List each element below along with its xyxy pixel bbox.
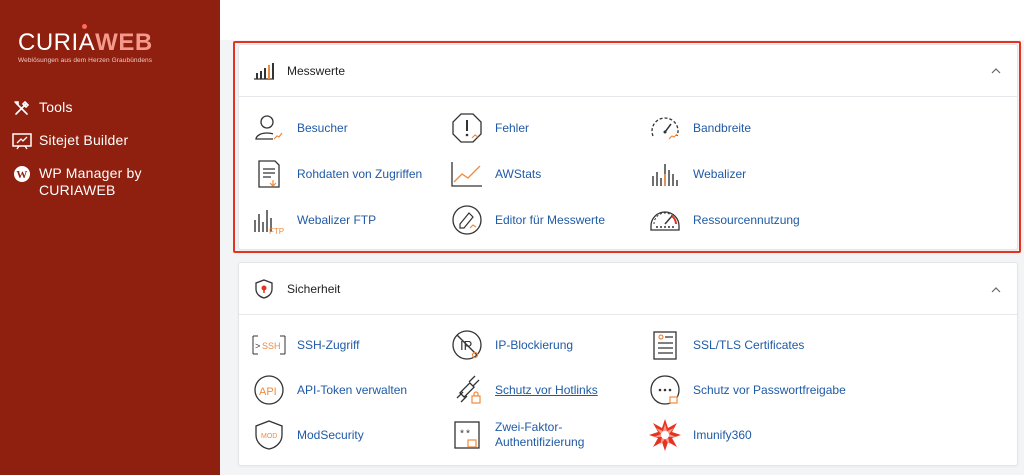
top-spacer (220, 0, 1024, 40)
item-api-token[interactable]: API API-Token verwalten (251, 370, 407, 410)
sidebar-item-sitejet[interactable]: Sitejet Builder (12, 132, 212, 150)
wordpress-icon: W (12, 165, 32, 183)
ssh-icon: > SSH (251, 327, 287, 363)
item-webalizer-ftp[interactable]: FTP Webalizer FTP (251, 200, 376, 240)
metrics-panel: Messwerte Besucher Fehler Bandbreite Roh… (238, 44, 1018, 250)
item-hotlink[interactable]: Schutz vor Hotlinks (449, 370, 598, 410)
item-bandwidth[interactable]: Bandbreite (647, 108, 751, 148)
ssl-icon (647, 327, 683, 363)
item-label: Schutz vor Passwortfreigabe (693, 382, 846, 397)
logo-text-b: WEB (95, 29, 153, 56)
metrics-editor-icon (449, 202, 485, 238)
item-metrics-editor[interactable]: Editor für Messwerte (449, 200, 605, 240)
sitejet-icon (12, 132, 32, 150)
webalizer-ftp-icon: FTP (251, 202, 287, 238)
sidebar-item-label: WP Manager by CURIAWEB (39, 165, 142, 198)
hotlink-icon (449, 372, 485, 408)
item-label: Imunify360 (693, 427, 752, 442)
item-label: Besucher (297, 120, 348, 135)
item-label: Fehler (495, 120, 530, 135)
ip-blocker-icon: IP (449, 327, 485, 363)
sidebar-item-label: Tools (39, 99, 73, 115)
item-raw-access[interactable]: Rohdaten von Zugriffen (251, 154, 422, 194)
svg-text:IP: IP (460, 338, 472, 353)
item-ssl[interactable]: SSL/TLS Certificates (647, 325, 804, 365)
api-token-icon: API (251, 372, 287, 408)
security-panel-header[interactable]: Sicherheit (239, 263, 1017, 315)
item-label: Editor für Messwerte (495, 212, 606, 227)
item-label: IP-Blockierung (495, 337, 574, 352)
logo-text-a: CURIA (18, 29, 96, 56)
awstats-icon (449, 156, 485, 192)
modsecurity-icon: MOD (251, 417, 287, 453)
item-ip-blocker[interactable]: IP IP-Blockierung (449, 325, 573, 365)
svg-text:API: API (259, 386, 277, 398)
sidebar: CURIAWEB Weblösungen aus dem Herzen Grau… (0, 0, 220, 475)
logo-tagline: Weblösungen aus dem Herzen Graubündens (18, 57, 153, 64)
metrics-section-icon (253, 60, 275, 82)
metrics-panel-title: Messwerte (287, 63, 346, 78)
item-label: Rohdaten von Zugriffen (297, 166, 423, 181)
shield-icon (253, 278, 275, 300)
item-label: AWStats (495, 166, 542, 181)
two-factor-icon: ** (449, 417, 485, 453)
visitors-icon (251, 110, 287, 146)
brand-logo[interactable]: CURIAWEB Weblösungen aus dem Herzen Grau… (18, 24, 153, 64)
item-two-factor[interactable]: ** Zwei-Faktor- Authentifizierung (449, 415, 584, 455)
item-label: API-Token verwalten (297, 382, 408, 397)
item-imunify[interactable]: Imunify360 (647, 415, 752, 455)
tools-icon (12, 99, 32, 117)
webalizer-icon (647, 156, 683, 192)
sidebar-item-label: Sitejet Builder (39, 132, 129, 148)
errors-icon (449, 110, 485, 146)
resource-usage-icon (647, 202, 683, 238)
metrics-panel-header[interactable]: Messwerte (239, 45, 1017, 97)
item-label: Webalizer FTP (297, 212, 377, 227)
raw-access-icon (251, 156, 287, 192)
sidebar-item-tools[interactable]: Tools (12, 99, 212, 117)
item-label: Webalizer (693, 166, 747, 181)
svg-text:**: ** (459, 429, 471, 441)
item-label: ModSecurity (297, 427, 364, 442)
item-leech-protect[interactable]: Schutz vor Passwortfreigabe (647, 370, 846, 410)
item-label: SSL/TLS Certificates (693, 337, 805, 352)
item-label: Ressourcennutzung (693, 212, 800, 227)
sidebar-nav: Tools Sitejet Builder W WP Manager by CU… (12, 99, 212, 214)
item-resource-usage[interactable]: Ressourcennutzung (647, 200, 800, 240)
item-label: Bandbreite (693, 120, 752, 135)
logo-text: CURIAWEB (18, 30, 153, 56)
svg-text:W: W (16, 169, 27, 181)
imunify-icon (647, 417, 683, 453)
svg-text:SSH: SSH (262, 341, 281, 351)
svg-text:MOD: MOD (261, 433, 277, 440)
item-label: Schutz vor Hotlinks (495, 382, 598, 397)
logo-dot (82, 24, 87, 29)
item-awstats[interactable]: AWStats (449, 154, 541, 194)
item-label: Zwei-Faktor- Authentifizierung (495, 420, 585, 449)
item-visitors[interactable]: Besucher (251, 108, 348, 148)
bandwidth-icon (647, 110, 683, 146)
leech-protect-icon (647, 372, 683, 408)
item-label: SSH-Zugriff (297, 337, 360, 352)
item-modsecurity[interactable]: MOD ModSecurity (251, 415, 364, 455)
item-webalizer[interactable]: Webalizer (647, 154, 746, 194)
item-errors[interactable]: Fehler (449, 108, 529, 148)
collapse-chevron-icon[interactable] (991, 66, 1001, 76)
collapse-chevron-icon[interactable] (991, 285, 1001, 295)
security-panel: Sicherheit > SSH SSH-Zugriff IP IP-Blocki… (238, 262, 1018, 466)
item-ssh[interactable]: > SSH SSH-Zugriff (251, 325, 359, 365)
svg-text:>: > (255, 342, 260, 352)
sidebar-item-wp-manager[interactable]: W WP Manager by CURIAWEB (12, 165, 212, 199)
security-panel-title: Sicherheit (287, 281, 341, 296)
svg-text:FTP: FTP (269, 227, 284, 236)
